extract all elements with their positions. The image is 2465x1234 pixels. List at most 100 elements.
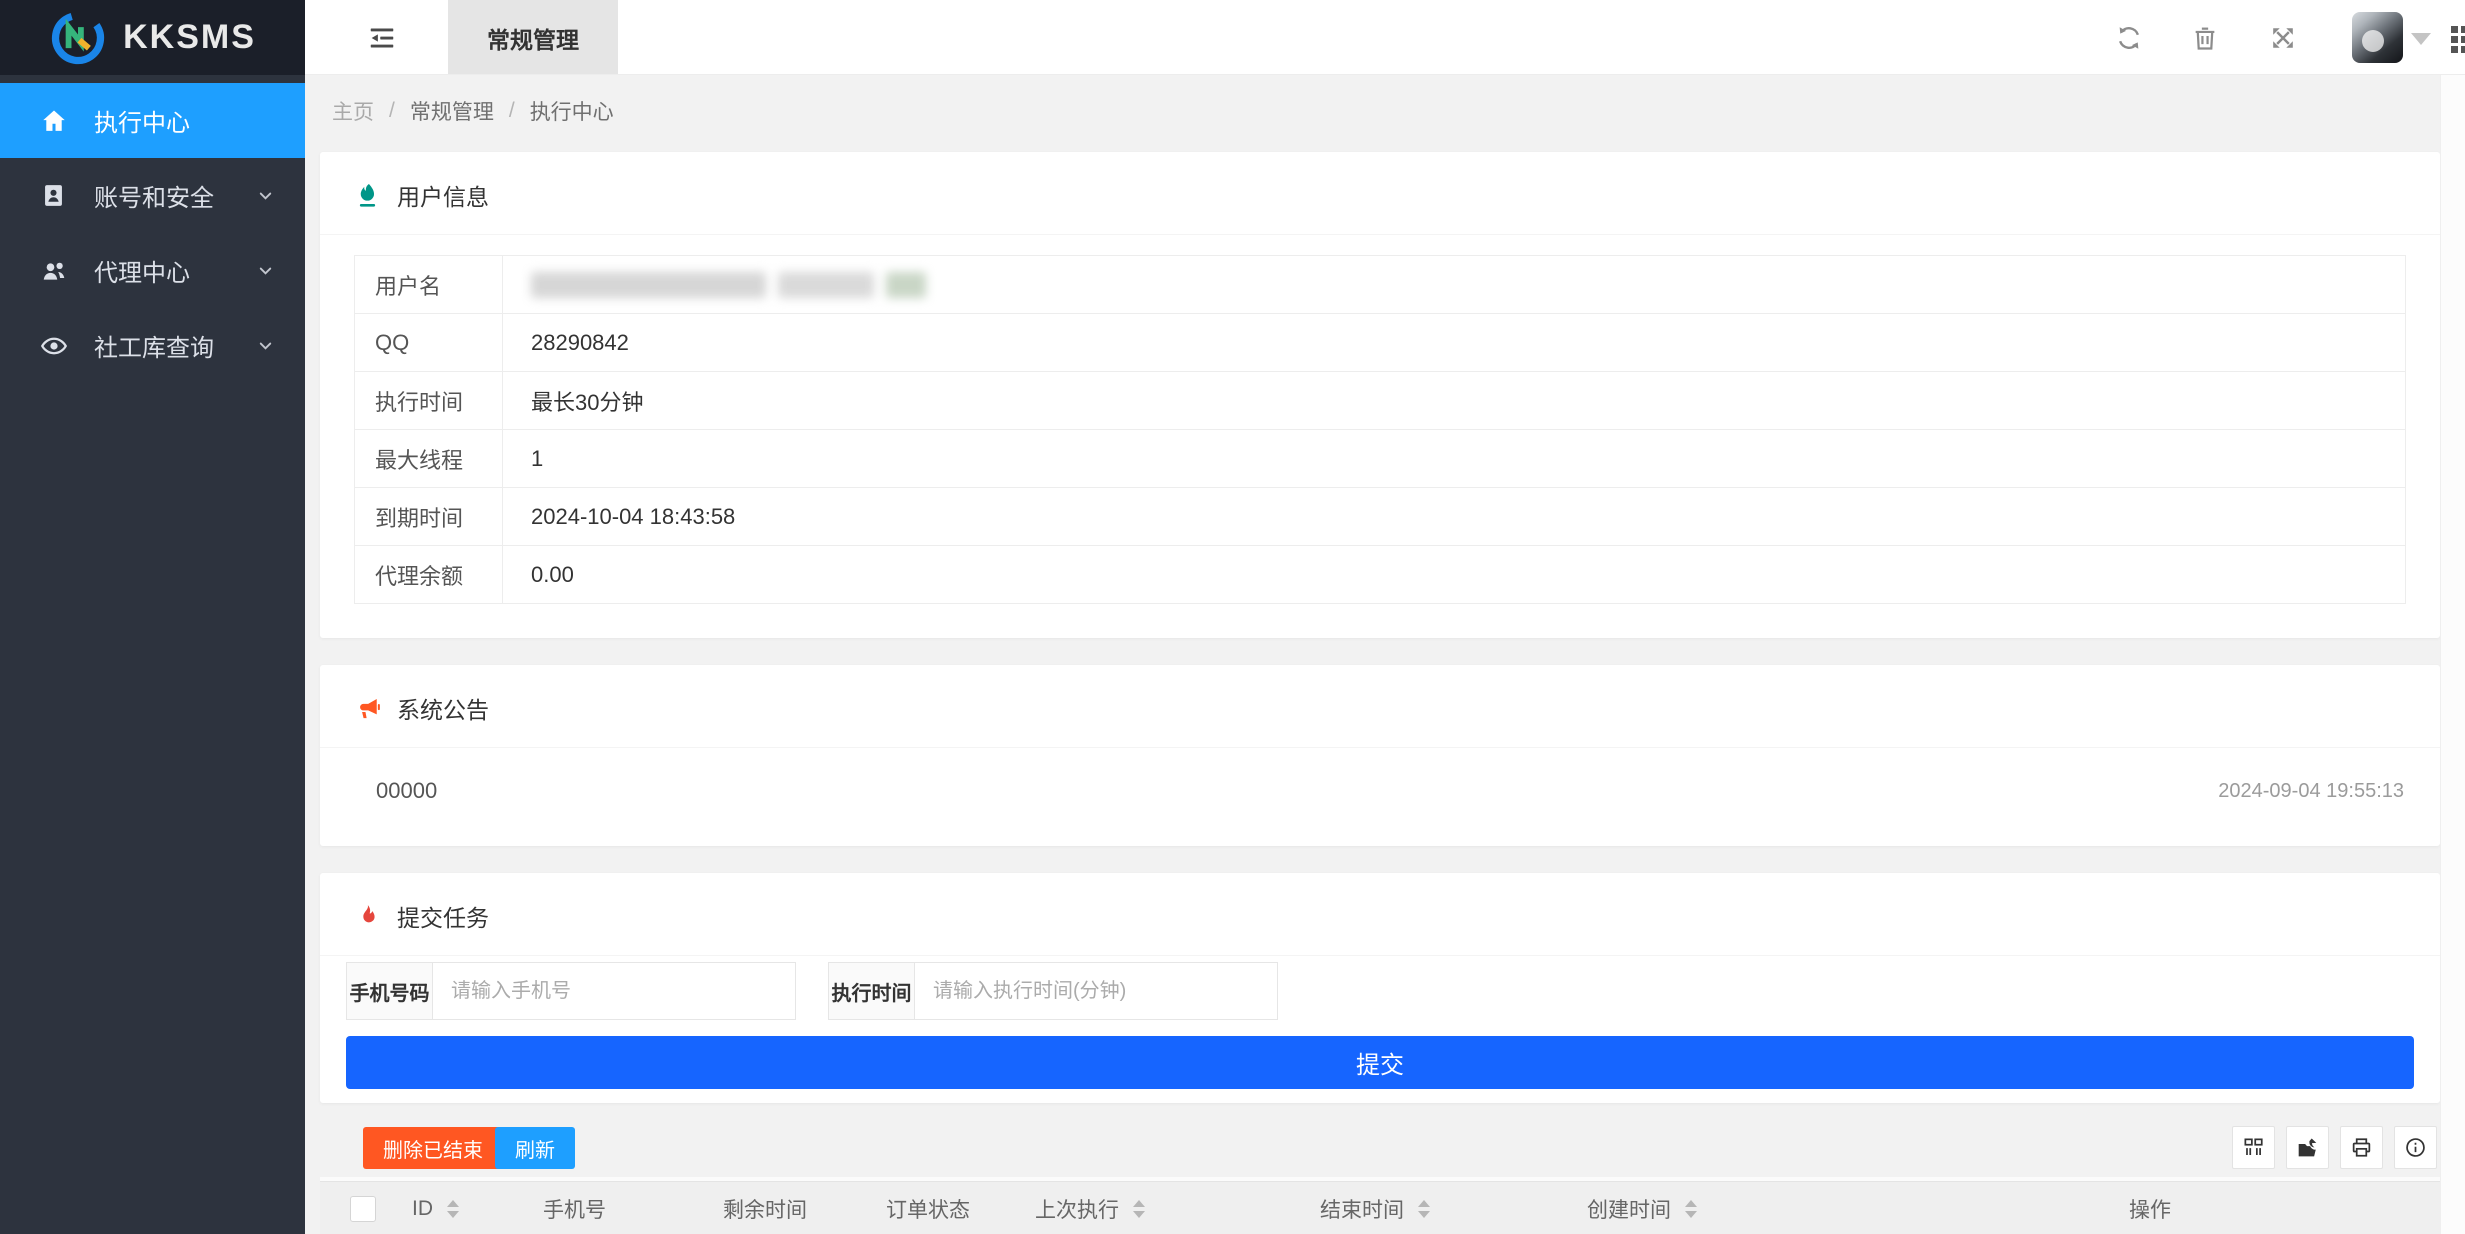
more-dots-icon[interactable] xyxy=(2451,26,2465,52)
tab-label: 常规管理 xyxy=(487,21,579,55)
sort-icon[interactable] xyxy=(1685,1200,1697,1218)
task-table-header: ID 手机号 剩余时间 订单状态 上次执行 结束时间 创建时间 xyxy=(320,1181,2440,1234)
app-logo: KKSMS xyxy=(0,0,305,75)
trash-icon[interactable] xyxy=(2191,24,2219,52)
table-row: 执行时间 最长30分钟 xyxy=(355,372,2406,430)
exec-time-input[interactable] xyxy=(915,962,1278,1020)
column-header-remaining-time: 剩余时间 xyxy=(723,1182,807,1234)
app-title: KKSMS xyxy=(123,18,256,57)
sidebar-item-exec-center[interactable]: 执行中心 xyxy=(0,83,305,158)
column-header-phone: 手机号 xyxy=(543,1182,606,1234)
info-value: 0.00 xyxy=(503,546,2406,604)
announcement-timestamp: 2024-09-04 19:55:13 xyxy=(2218,780,2404,803)
columns-filter-icon[interactable] xyxy=(2232,1126,2275,1169)
id-card-icon xyxy=(40,182,68,210)
breadcrumb-regular-management[interactable]: 常规管理 xyxy=(410,96,494,126)
submit-button[interactable]: 提交 xyxy=(346,1036,2414,1089)
delete-finished-button[interactable]: 删除已结束 xyxy=(363,1127,503,1169)
info-label: 到期时间 xyxy=(355,488,503,546)
table-tool-icons xyxy=(2232,1126,2437,1169)
user-info-table: 用户名 QQ 28290842 执行时间 最长30分钟 最大线程 xyxy=(354,255,2406,604)
table-row: 到期时间 2024-10-04 18:43:58 xyxy=(355,488,2406,546)
task-table-toolbar: 删除已结束 刷新 xyxy=(320,1119,2440,1177)
refresh-icon[interactable] xyxy=(2115,24,2143,52)
user-info-body: 用户名 QQ 28290842 执行时间 最长30分钟 最大线程 xyxy=(320,235,2440,638)
top-header: 常规管理 xyxy=(305,0,2465,75)
leaf-icon xyxy=(354,182,381,209)
table-row: 代理余额 0.00 xyxy=(355,546,2406,604)
table-row: 用户名 xyxy=(355,256,2406,314)
fullscreen-icon[interactable] xyxy=(2269,24,2297,52)
refresh-table-button[interactable]: 刷新 xyxy=(495,1127,575,1169)
submit-task-card-header: 提交任务 xyxy=(320,873,2440,956)
phone-field-group: 手机号码 xyxy=(346,962,796,1020)
home-icon xyxy=(40,107,68,135)
app-logo-icon xyxy=(49,9,107,67)
chevron-down-icon xyxy=(256,186,275,205)
menu-fold-icon[interactable] xyxy=(367,23,397,53)
flame-icon xyxy=(354,903,381,930)
info-value: 2024-10-04 18:43:58 xyxy=(503,488,2406,546)
column-header-id[interactable]: ID xyxy=(412,1182,459,1234)
tab-regular-management[interactable]: 常规管理 xyxy=(448,0,618,75)
sidebar-item-label: 执行中心 xyxy=(94,103,190,138)
breadcrumb-separator: / xyxy=(389,99,395,123)
main-area: 主页 / 常规管理 / 执行中心 用户信息 用户名 xyxy=(305,75,2465,1234)
column-header-last-exec[interactable]: 上次执行 xyxy=(1035,1182,1145,1234)
user-info-card: 用户信息 用户名 QQ 28290842 执行时间 xyxy=(320,152,2440,638)
announcement-card: 系统公告 00000 2024-09-04 19:55:13 xyxy=(320,665,2440,846)
info-value: 最长30分钟 xyxy=(503,372,2406,430)
column-header-create-time[interactable]: 创建时间 xyxy=(1587,1182,1697,1234)
breadcrumb-home[interactable]: 主页 xyxy=(332,96,374,126)
users-icon xyxy=(40,257,68,285)
column-header-end-time[interactable]: 结束时间 xyxy=(1320,1182,1430,1234)
chevron-down-icon xyxy=(256,261,275,280)
chevron-down-icon xyxy=(256,336,275,355)
column-header-order-status: 订单状态 xyxy=(886,1182,970,1234)
info-value: 28290842 xyxy=(503,314,2406,372)
breadcrumb-separator: / xyxy=(509,99,515,123)
breadcrumb-current: 执行中心 xyxy=(530,96,614,126)
submit-task-title: 提交任务 xyxy=(397,899,489,933)
announcement-title: 系统公告 xyxy=(397,691,489,725)
info-label: 代理余额 xyxy=(355,546,503,604)
eye-icon xyxy=(40,332,68,360)
phone-input[interactable] xyxy=(433,962,796,1020)
sidebar-item-sgk-query[interactable]: 社工库查询 xyxy=(0,308,305,383)
print-icon[interactable] xyxy=(2340,1126,2383,1169)
announcement-content: 00000 xyxy=(376,778,437,804)
sidebar-item-label: 社工库查询 xyxy=(94,328,214,363)
sidebar: KKSMS 执行中心 账号和安全 代理中心 xyxy=(0,0,305,1234)
column-header-actions: 操作 xyxy=(2065,1182,2235,1234)
announcement-card-header: 系统公告 xyxy=(320,665,2440,748)
phone-field-label: 手机号码 xyxy=(346,962,433,1020)
user-info-card-header: 用户信息 xyxy=(320,152,2440,235)
user-info-title: 用户信息 xyxy=(397,178,489,212)
sort-icon[interactable] xyxy=(1133,1200,1145,1218)
sidebar-item-agent-center[interactable]: 代理中心 xyxy=(0,233,305,308)
announcement-body: 00000 2024-09-04 19:55:13 xyxy=(320,748,2440,846)
sidebar-item-account-security[interactable]: 账号和安全 xyxy=(0,158,305,233)
exec-time-field-label: 执行时间 xyxy=(828,962,915,1020)
sort-icon[interactable] xyxy=(447,1200,459,1218)
info-icon[interactable] xyxy=(2394,1126,2437,1169)
user-avatar[interactable] xyxy=(2352,12,2403,63)
info-value: 1 xyxy=(503,430,2406,488)
table-row: QQ 28290842 xyxy=(355,314,2406,372)
exec-time-field-group: 执行时间 xyxy=(828,962,1278,1020)
sidebar-menu: 执行中心 账号和安全 代理中心 社工库查询 xyxy=(0,75,305,383)
export-icon[interactable] xyxy=(2286,1126,2329,1169)
info-label: 最大线程 xyxy=(355,430,503,488)
sort-icon[interactable] xyxy=(1418,1200,1430,1218)
info-label: 执行时间 xyxy=(355,372,503,430)
redacted-username xyxy=(531,272,2405,298)
submit-task-card: 提交任务 手机号码 执行时间 提交 xyxy=(320,873,2440,1103)
sidebar-item-label: 代理中心 xyxy=(94,253,190,288)
avatar-caret-down-icon[interactable] xyxy=(2411,33,2431,45)
content-column: 主页 / 常规管理 / 执行中心 用户信息 用户名 xyxy=(320,75,2440,1234)
scrollbar-track[interactable] xyxy=(2440,75,2465,1234)
table-row: 最大线程 1 xyxy=(355,430,2406,488)
submit-task-body: 手机号码 执行时间 提交 xyxy=(320,956,2440,1103)
select-all-checkbox[interactable] xyxy=(350,1196,376,1222)
info-label: QQ xyxy=(355,314,503,372)
